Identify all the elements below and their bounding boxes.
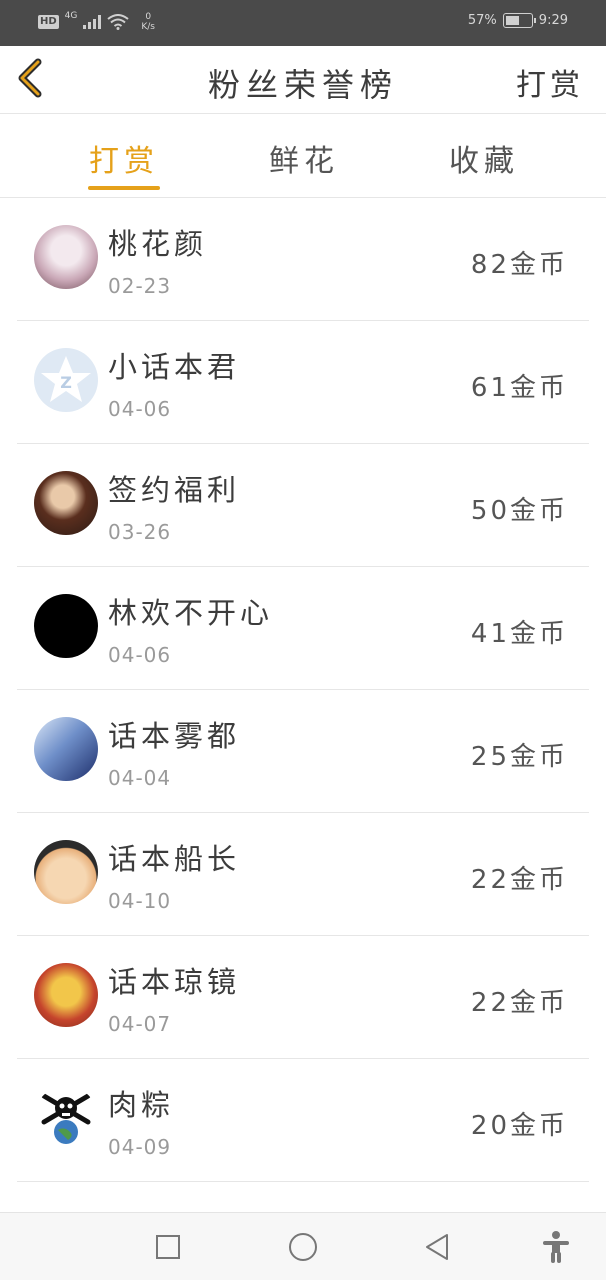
back-nav-button[interactable] <box>421 1231 453 1263</box>
avatar <box>34 471 98 535</box>
avatar <box>34 594 98 658</box>
reward-date: 03-26 <box>108 520 172 544</box>
coin-amount: 20金币 <box>470 1111 568 1141</box>
avatar <box>34 225 98 289</box>
user-name: 小话本君 <box>108 350 241 384</box>
user-name: 林欢不开心 <box>108 596 274 630</box>
list-item[interactable]: Z 小话本君 04-06 61金币 <box>0 321 606 444</box>
reward-date: 04-06 <box>108 643 172 667</box>
coin-amount: 82金币 <box>470 250 568 280</box>
network-type: 4G <box>64 11 78 21</box>
list-item[interactable]: 话本雾都 04-04 25金币 <box>0 690 606 813</box>
battery-level <box>505 16 519 25</box>
reward-date: 04-04 <box>108 766 172 790</box>
active-tab-indicator <box>88 186 160 190</box>
user-name: 签约福利 <box>108 473 241 507</box>
list-item[interactable]: 肉粽 04-09 20金币 <box>0 1059 606 1182</box>
list-item[interactable]: 林欢不开心 04-06 41金币 <box>0 567 606 690</box>
coin-amount: 25金币 <box>470 742 568 772</box>
tab-favorites[interactable]: 收藏 <box>414 136 554 180</box>
qq-zone-star-icon: Z <box>41 356 91 402</box>
reward-date: 04-06 <box>108 397 172 421</box>
svg-text:Z: Z <box>60 373 72 392</box>
reward-date: 02-23 <box>108 274 172 298</box>
coin-amount: 50金币 <box>470 496 568 526</box>
list-item[interactable]: 桃花颜 02-23 82金币 <box>0 198 606 321</box>
system-nav-bar <box>0 1212 606 1280</box>
tab-reward[interactable]: 打赏 <box>54 136 194 180</box>
avatar <box>34 963 98 1027</box>
recents-button[interactable] <box>152 1231 184 1263</box>
accessibility-button[interactable] <box>540 1231 572 1263</box>
list-item[interactable]: 签约福利 03-26 50金币 <box>0 444 606 567</box>
list-item[interactable]: 话本船长 04-10 22金币 <box>0 813 606 936</box>
tab-bar: 打赏 鲜花 收藏 <box>0 114 606 198</box>
battery-percent: 57% <box>467 13 497 28</box>
tab-flowers[interactable]: 鲜花 <box>234 136 374 180</box>
square-icon <box>156 1235 180 1259</box>
reward-action-button[interactable]: 打赏 <box>516 60 584 104</box>
app-header: 粉丝荣誉榜 打赏 <box>0 46 606 114</box>
wifi-icon <box>107 14 129 30</box>
coin-amount: 41金币 <box>470 619 568 649</box>
clock: 9:29 <box>538 13 568 28</box>
avatar <box>34 717 98 781</box>
triangle-back-icon <box>426 1234 448 1260</box>
user-name: 桃花颜 <box>108 227 208 261</box>
status-left: HD 4G 0 K/s <box>38 11 155 32</box>
status-bar: HD 4G 0 K/s 57% 9:29 <box>0 0 606 46</box>
coin-amount: 22金币 <box>470 865 568 895</box>
avatar <box>34 840 98 904</box>
reward-date: 04-07 <box>108 1012 172 1036</box>
speed-value: 0 <box>145 12 152 22</box>
accessibility-icon <box>543 1231 569 1263</box>
user-name: 肉粽 <box>108 1088 175 1122</box>
battery-icon <box>502 13 536 28</box>
speed-unit: K/s <box>141 22 155 32</box>
network-speed: 0 K/s <box>141 12 155 32</box>
home-button[interactable] <box>287 1231 319 1263</box>
avatar: Z <box>34 348 98 412</box>
divider <box>17 1181 589 1182</box>
coin-amount: 61金币 <box>470 373 568 403</box>
hd-badge: HD <box>38 15 59 29</box>
skull-globe-icon <box>41 1093 91 1144</box>
signal-icon <box>83 15 102 29</box>
user-name: 话本雾都 <box>108 719 241 753</box>
status-right: 57% 9:29 <box>468 13 568 28</box>
circle-icon <box>289 1233 317 1261</box>
user-name: 话本船长 <box>108 842 241 876</box>
coin-amount: 22金币 <box>470 988 568 1018</box>
fan-ranking-list: 桃花颜 02-23 82金币 Z 小话本君 04-06 61金币 签约福利 03… <box>0 198 606 1182</box>
user-name: 话本琼镜 <box>108 965 241 999</box>
reward-date: 04-09 <box>108 1135 172 1159</box>
list-item[interactable]: 话本琼镜 04-07 22金币 <box>0 936 606 1059</box>
avatar <box>34 1086 98 1150</box>
reward-date: 04-10 <box>108 889 172 913</box>
